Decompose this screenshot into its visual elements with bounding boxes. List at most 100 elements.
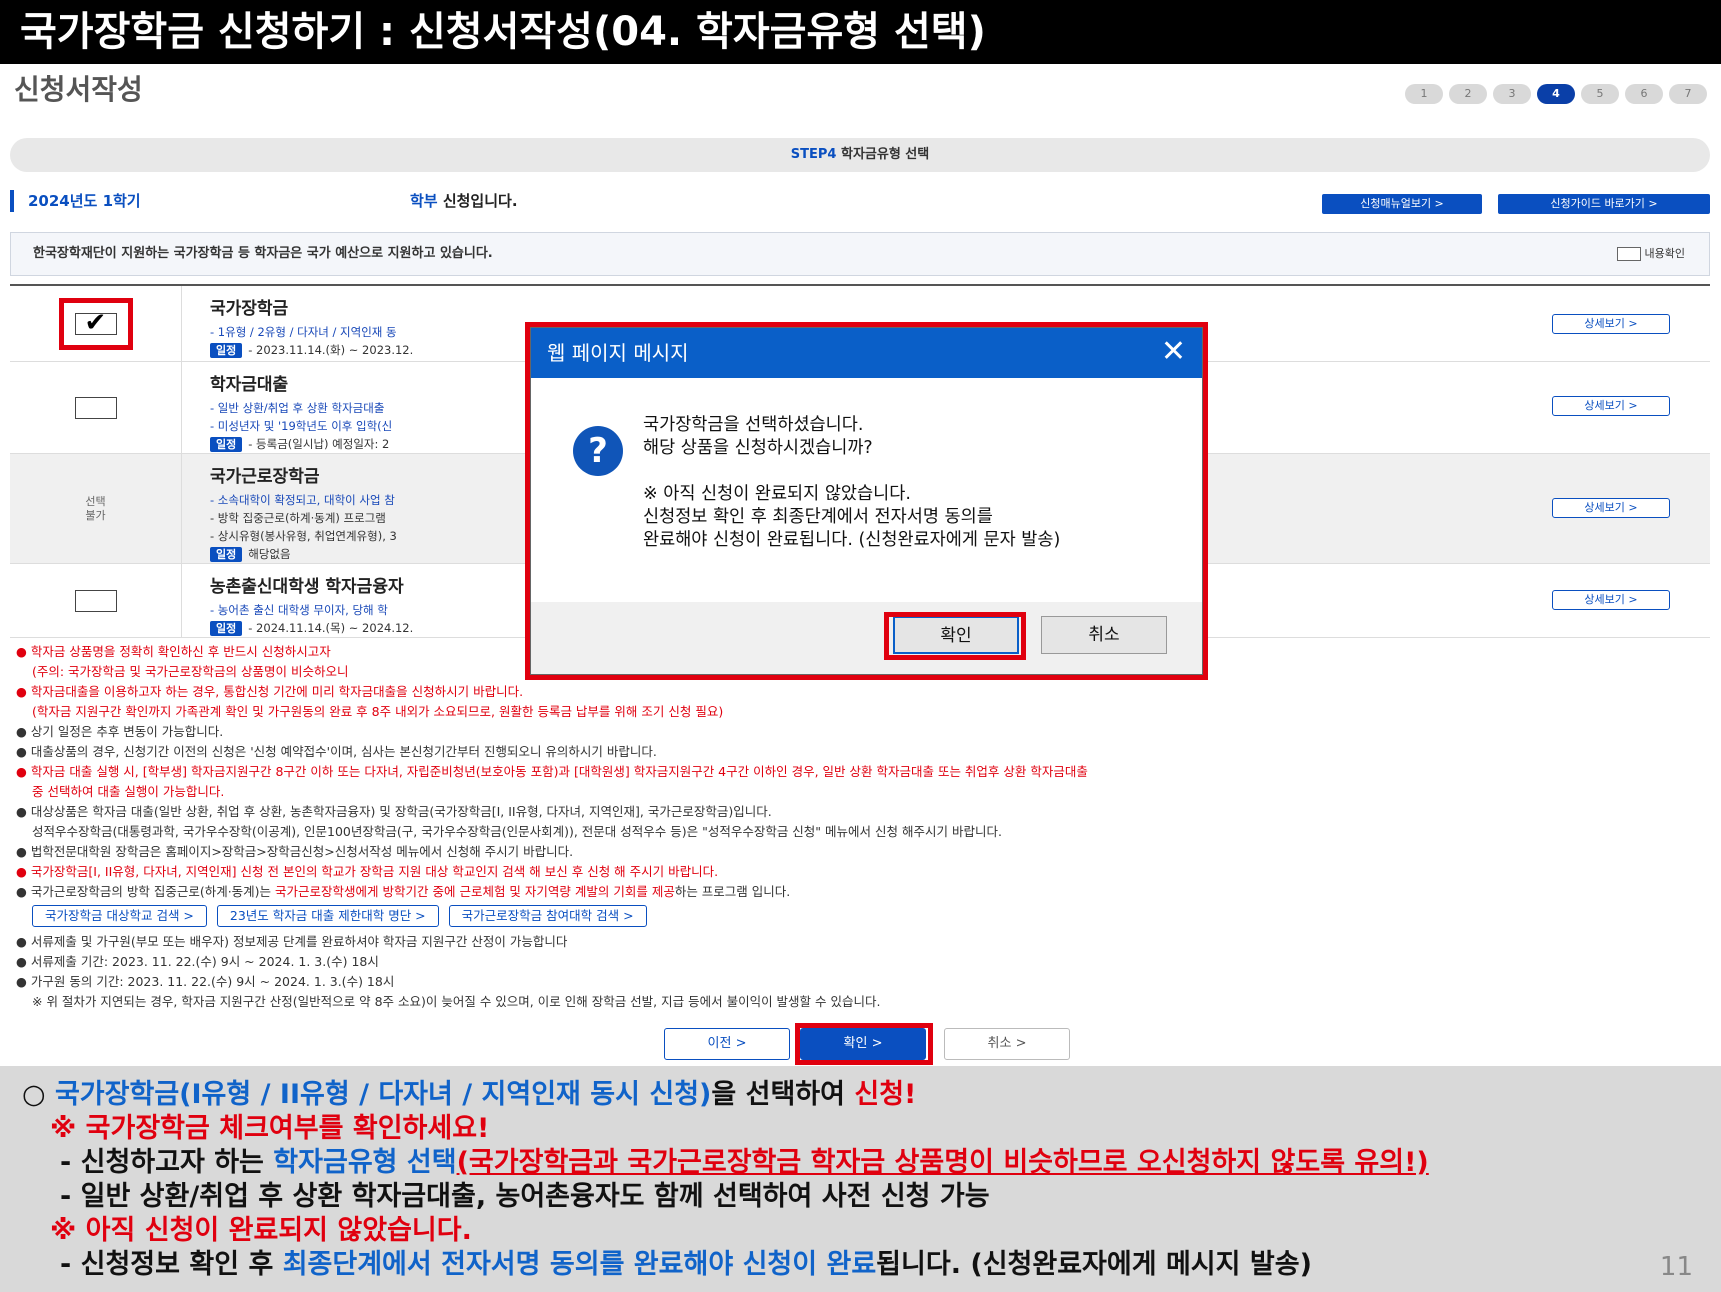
guide-button[interactable]: 신청가이드 바로가기 > xyxy=(1498,194,1710,214)
notes-list-2: ● 서류제출 및 가구원(부모 또는 배우자) 정보제공 단계를 완료하셔야 학… xyxy=(16,932,1716,1012)
product-desc: - 미성년자 및 '19학년도 이후 입학(신 xyxy=(210,419,393,433)
target-school-search-button[interactable]: 국가장학금 대상학교 검색 > xyxy=(32,905,207,927)
check-cell xyxy=(10,286,182,361)
step-6: 6 xyxy=(1625,84,1663,104)
schedule-badge: 일정 xyxy=(210,343,243,358)
dialog-cancel-button[interactable]: 취소 xyxy=(1041,616,1167,654)
highlight-box xyxy=(58,297,133,350)
detail-button[interactable]: 상세보기 > xyxy=(1552,590,1670,610)
product-info: 국가장학금 - 1유형 / 2유형 / 다자녀 / 지역인재 동 일정 - 202… xyxy=(210,294,413,359)
step-5: 5 xyxy=(1581,84,1619,104)
schedule-badge: 일정 xyxy=(210,621,243,636)
highlight-box xyxy=(884,612,1026,660)
note: ● 대상상품은 학자금 대출(일반 상환, 취업 후 상환, 농촌학자금융자) … xyxy=(16,804,772,819)
note: ● 대출상품의 경우, 신청기간 이전의 신청은 '신청 예약접수'이며, 심사… xyxy=(16,744,657,759)
text: ○ xyxy=(22,1079,55,1110)
question-icon: ? xyxy=(573,426,623,476)
product-schedule: 일정 - 2023.11.14.(화) ~ 2023.12. xyxy=(210,341,413,359)
text: - 신청정보 확인 후 xyxy=(60,1249,283,1280)
text: 신청! xyxy=(854,1079,917,1110)
dialog-message: 국가장학금을 선택하셨습니다. 해당 상품을 신청하시겠습니까? ※ 아직 신청… xyxy=(643,414,1060,552)
detail-button[interactable]: 상세보기 > xyxy=(1552,314,1670,334)
check-cell xyxy=(10,564,182,637)
funding-notice: 한국장학재단이 지원하는 국가장학금 등 학자금은 국가 예산으로 지원하고 있… xyxy=(10,232,1710,276)
note: 성적우수장학금(대통령과학, 국가우수장학(이공계), 인문100년장학금(구,… xyxy=(32,824,1002,839)
student-loan-checkbox[interactable] xyxy=(74,396,117,419)
step-2: 2 xyxy=(1449,84,1487,104)
product-info: 학자금대출 - 일반 상환/취업 후 상환 학자금대출 - 미성년자 및 '19… xyxy=(210,370,392,453)
link-buttons: 국가장학금 대상학교 검색 > 23년도 학자금 대출 제한대학 명단 > 국가… xyxy=(32,905,647,927)
text: 학자금유형 선택 xyxy=(273,1147,457,1178)
step-1: 1 xyxy=(1405,84,1443,104)
applicant-type-rest: 신청입니다. xyxy=(437,192,518,210)
note: ● 상기 일정은 추후 변동이 가능합니다. xyxy=(16,724,224,739)
step-indicator: 1 2 3 4 5 6 7 xyxy=(1405,84,1707,104)
dialog-message-line: 국가장학금을 선택하셨습니다. xyxy=(643,415,864,435)
farm-loan-checkbox[interactable] xyxy=(74,589,117,612)
note: ● 국가근로장학금의 방학 집중근로(하계·동계)는 국가근로장학생에게 방학기… xyxy=(16,882,1716,902)
product-desc: - 농어촌 출신 대학생 무이자, 당해 학 xyxy=(210,603,388,617)
text: 최종단계에서 전자서명 동의를 완료해야 신청이 완료 xyxy=(282,1249,877,1280)
text: 됩니다. (신청완료자에게 메시지 발송) xyxy=(876,1249,1312,1280)
page-number: 11 xyxy=(1659,1252,1693,1282)
note: ● 서류제출 기간: 2023. 11. 22.(수) 9시 ~ 2024. 1… xyxy=(16,954,379,969)
check-cell xyxy=(10,362,182,453)
product-desc: - 방학 집중근로(하계·동계) 프로그램 xyxy=(210,511,386,525)
text: 국가장학금(I유형 / II유형 / 다자녀 / 지역인재 동시 신청) xyxy=(54,1079,712,1110)
loan-restricted-list-button[interactable]: 23년도 학자금 대출 제한대학 명단 > xyxy=(216,905,439,927)
note-part: ● 국가근로장학금의 방학 집중근로(하계·동계)는 xyxy=(16,884,276,899)
explanation-line: - 일반 상환/취업 후 상환 학자금대출, 농어촌융자도 함께 선택하여 사전… xyxy=(60,1181,990,1212)
schedule-badge: 일정 xyxy=(210,547,243,562)
product-name: 농촌출신대학생 학자금융자 xyxy=(210,577,404,597)
dialog-footer: 확인 취소 xyxy=(531,602,1202,674)
explanation-line: - 신청정보 확인 후 최종단계에서 전자서명 동의를 완료해야 신청이 완료됩… xyxy=(22,1248,1721,1282)
note: ※ 위 절차가 지연되는 경우, 학자금 지원구간 산정(일반적으로 약 8주 … xyxy=(32,994,881,1009)
prev-button[interactable]: 이전 > xyxy=(664,1028,790,1060)
explanation-line: ※ 아직 신청이 완료되지 않았습니다. xyxy=(50,1215,472,1246)
product-name: 국가근로장학금 xyxy=(210,467,320,487)
text: - 신청하고자 하는 xyxy=(60,1147,274,1178)
product-schedule: 일정 해당없음 xyxy=(210,545,397,563)
schedule-text: 해당없음 xyxy=(248,547,291,561)
schedule-badge: 일정 xyxy=(210,437,243,452)
dialog-title: 웹 페이지 메시지 xyxy=(547,341,689,365)
cancel-button[interactable]: 취소 > xyxy=(944,1028,1070,1060)
note: ● 국가장학금[I, II유형, 다자녀, 지역인재] 신청 전 본인의 학교가… xyxy=(16,864,719,879)
dialog-message-line: ※ 아직 신청이 완료되지 않았습니다. xyxy=(643,484,911,504)
note: 중 선택하여 대출 실행이 가능합니다. xyxy=(32,784,225,799)
note-part-red: 국가근로장학생에게 방학기간 중에 근로체험 및 자기역량 계발의 기회를 제공 xyxy=(275,884,675,899)
work-scholarship-school-search-button[interactable]: 국가근로장학금 참여대학 검색 > xyxy=(448,905,647,927)
national-scholarship-checkbox[interactable] xyxy=(74,308,117,338)
web-page-message-dialog: 웹 페이지 메시지 ✕ ? 국가장학금을 선택하셨습니다. 해당 상품을 신청하… xyxy=(530,327,1203,675)
explanation-panel: ○ 국가장학금(I유형 / II유형 / 다자녀 / 지역인재 동시 신청)을 … xyxy=(0,1066,1721,1292)
schedule-text: - 2023.11.14.(화) ~ 2023.12. xyxy=(248,343,414,357)
funding-notice-text: 한국장학재단이 지원하는 국가장학금 등 학자금은 국가 예산으로 지원하고 있… xyxy=(33,246,493,261)
schedule-text: - 2024.11.14.(목) ~ 2024.12. xyxy=(248,621,414,635)
product-schedule: 일정 - 2024.11.14.(목) ~ 2024.12. xyxy=(210,619,413,637)
content-confirm-label: 내용확인 xyxy=(1644,247,1685,260)
checkbox-box[interactable] xyxy=(1616,247,1641,261)
explanation-line: - 신청하고자 하는 학자금유형 선택(국가장학금과 국가근로장학금 학자금 상… xyxy=(22,1146,1721,1180)
product-info: 국가근로장학금 - 소속대학이 확정되고, 대학이 사업 참 - 방학 집중근로… xyxy=(210,462,397,563)
detail-button[interactable]: 상세보기 > xyxy=(1552,396,1670,416)
close-icon[interactable]: ✕ xyxy=(1161,328,1186,376)
notes-list: ● 학자금 상품명을 정확히 확인하신 후 반드시 신청하시고자 (주의: 국가… xyxy=(16,642,1716,902)
product-desc: - 일반 상환/취업 후 상환 학자금대출 xyxy=(210,401,385,415)
dialog-message-line xyxy=(643,460,1060,483)
slide-title: 국가장학금 신청하기 : 신청서작성(04. 학자금유형 선택) xyxy=(0,0,1721,64)
manual-button[interactable]: 신청매뉴얼보기 > xyxy=(1322,194,1482,214)
page-heading: 신청서작성 xyxy=(14,73,143,106)
note: ● 가구원 동의 기간: 2023. 11. 22.(수) 9시 ~ 2024.… xyxy=(16,974,395,989)
content-confirm-checkbox[interactable]: 내용확인 xyxy=(1616,247,1685,261)
step-7: 7 xyxy=(1669,84,1707,104)
product-name: 국가장학금 xyxy=(210,299,289,319)
note: ● 학자금 대출 실행 시, [학부생] 학자금지원구간 8구간 이하 또는 다… xyxy=(16,764,1088,779)
dialog-message-line: 해당 상품을 신청하시겠습니까? xyxy=(643,438,873,458)
step-3: 3 xyxy=(1493,84,1531,104)
dialog-titlebar: 웹 페이지 메시지 ✕ xyxy=(531,328,1202,378)
product-name: 학자금대출 xyxy=(210,375,289,395)
note-part: 하는 프로그램 입니다. xyxy=(674,884,791,899)
step-code: STEP4 xyxy=(790,147,837,162)
detail-button[interactable]: 상세보기 > xyxy=(1552,498,1670,518)
product-desc: - 소속대학이 확정되고, 대학이 사업 참 xyxy=(210,493,395,507)
